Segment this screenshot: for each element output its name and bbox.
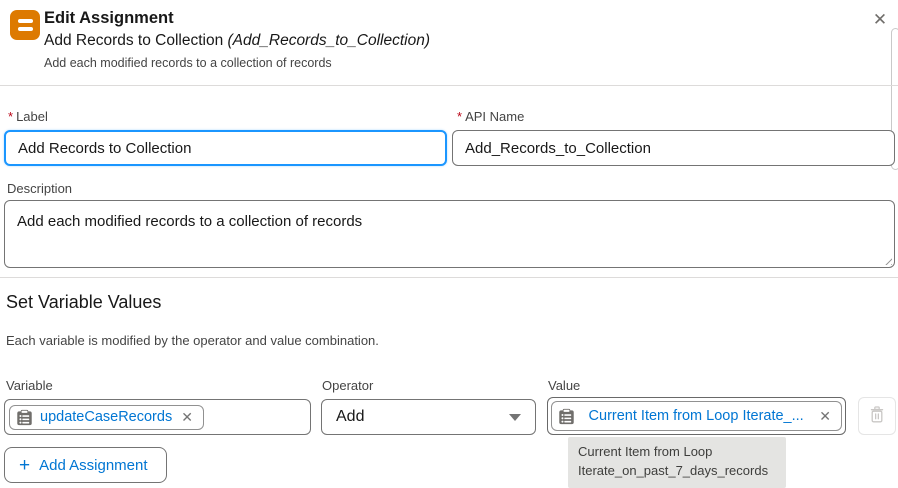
- section-divider: [0, 277, 898, 278]
- operator-selected-value: Add: [336, 408, 365, 425]
- variable-pill[interactable]: updateCaseRecords ✕: [9, 404, 204, 430]
- label-input[interactable]: [4, 130, 447, 166]
- description-textarea[interactable]: Add each modified records to a collectio…: [4, 200, 895, 268]
- value-column-label: Value: [548, 378, 581, 393]
- delete-assignment-button[interactable]: [858, 397, 896, 435]
- value-tooltip: Current Item from Loop Iterate_on_past_7…: [568, 437, 786, 488]
- variable-combobox[interactable]: updateCaseRecords ✕: [4, 399, 311, 435]
- tooltip-line-2: Iterate_on_past_7_days_records: [578, 462, 769, 478]
- label-field-label: * Label: [8, 109, 48, 124]
- element-label: Add Records to Collection: [44, 32, 228, 49]
- add-assignment-button[interactable]: + Add Assignment: [4, 447, 167, 483]
- element-description: Add each modified records to a collectio…: [44, 56, 332, 70]
- operator-column-label: Operator: [322, 378, 374, 393]
- description-field-label: Description: [7, 181, 73, 196]
- dialog-title: Edit Assignment: [44, 9, 174, 27]
- edit-assignment-dialog: Edit Assignment Add Records to Collectio…: [0, 0, 898, 488]
- value-combobox[interactable]: Current Item from Loop Iterate_... ✕: [547, 397, 846, 435]
- api-name-input[interactable]: [452, 130, 895, 166]
- value-pill-label: Current Item from Loop Iterate_...: [588, 408, 804, 424]
- plus-icon: +: [19, 454, 31, 476]
- add-assignment-label: Add Assignment: [39, 456, 148, 474]
- trash-icon: [869, 406, 885, 426]
- assignment-element-icon: [10, 10, 40, 40]
- section-subtitle: Each variable is modified by the operato…: [6, 333, 379, 348]
- variable-column-label: Variable: [6, 378, 53, 393]
- element-api-name: (Add_Records_to_Collection): [227, 32, 430, 49]
- header-divider: [0, 85, 898, 86]
- close-icon[interactable]: ✕: [868, 8, 892, 32]
- remove-value-icon[interactable]: ✕: [817, 409, 833, 423]
- chevron-down-icon: [509, 413, 521, 421]
- api-name-field-label-text: API Name: [465, 109, 525, 124]
- element-name-subtitle: Add Records to Collection (Add_Records_t…: [44, 32, 430, 50]
- operator-dropdown[interactable]: Add: [321, 399, 536, 435]
- required-asterisk: *: [457, 109, 463, 124]
- tooltip-line-1: Current Item from Loop: [578, 444, 713, 459]
- section-title: Set Variable Values: [6, 292, 162, 312]
- record-collection-icon: [558, 408, 575, 425]
- label-field-label-text: Label: [16, 109, 48, 124]
- value-pill[interactable]: Current Item from Loop Iterate_... ✕: [551, 401, 842, 431]
- required-asterisk: *: [8, 109, 14, 124]
- remove-variable-icon[interactable]: ✕: [179, 410, 195, 424]
- api-name-field-label: * API Name: [457, 109, 524, 124]
- record-collection-icon: [16, 409, 33, 426]
- variable-pill-label: updateCaseRecords: [40, 409, 173, 425]
